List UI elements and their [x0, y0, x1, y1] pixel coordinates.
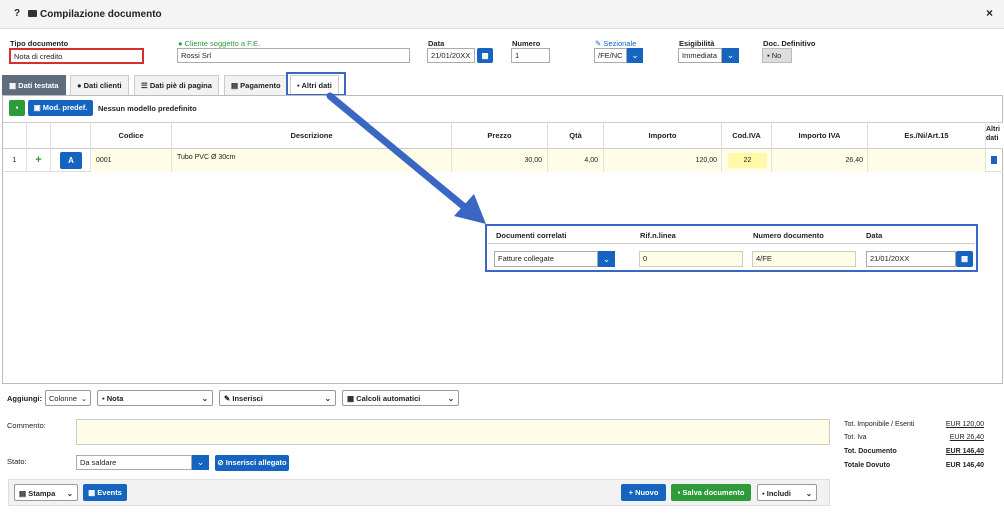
row-number: 1 — [3, 149, 27, 172]
chevron-down-icon[interactable]: ⌄ — [627, 48, 643, 63]
lock-icon: ▪ — [767, 51, 770, 60]
popup-header-numdoc: Numero documento — [753, 231, 824, 240]
data-field[interactable]: 21/01/20XX — [427, 48, 475, 63]
codice-cell[interactable]: 0001 — [91, 149, 172, 172]
plus-icon: + — [628, 488, 633, 497]
data-label: Data — [428, 39, 445, 48]
col-num-header — [3, 122, 27, 149]
tot-imponibile-label: Tot. Imponibile / Esenti — [844, 421, 915, 428]
col-importoiva-header: Importo IVA — [772, 122, 868, 149]
stampa-select[interactable]: ▤ Stampa ⌄ — [14, 484, 78, 501]
chevron-down-icon[interactable]: ⌄ — [722, 48, 739, 63]
chevron-down-icon: ⌄ — [324, 394, 331, 403]
chevron-down-icon: ⌄ — [80, 394, 87, 403]
chevron-down-icon: ⌄ — [66, 489, 73, 498]
tot-iva-label: Tot. Iva — [844, 434, 867, 441]
video-icon — [28, 10, 37, 17]
events-button[interactable]: ▦ Events — [83, 484, 127, 501]
popup-data-field[interactable]: 21/01/20XX — [866, 251, 956, 267]
popup-header-rif: Rif.n.linea — [640, 231, 676, 240]
close-icon[interactable]: × — [986, 6, 993, 20]
tab-dati-testata[interactable]: ▦ Dati testata — [2, 75, 66, 95]
print-icon: ▤ — [19, 489, 27, 498]
tab-dati-clienti[interactable]: ● Dati clienti — [70, 75, 129, 95]
popup-header-doc: Documenti correlati — [496, 231, 567, 240]
esigibilita-field[interactable]: Immediata — [678, 48, 722, 63]
calendar-icon[interactable]: ▦ — [956, 251, 973, 267]
totale-dovuto-label: Totale Dovuto — [844, 462, 891, 469]
tot-documento-label: Tot. Documento — [844, 448, 897, 455]
popup-header-data: Data — [866, 231, 883, 240]
tot-iva-value[interactable]: EUR 26,40 — [924, 434, 984, 441]
commento-label: Commento: — [7, 421, 46, 430]
codiva-field[interactable]: 22 — [728, 153, 767, 168]
chevron-down-icon: ⌄ — [447, 394, 454, 403]
chevron-down-icon: ⌄ — [201, 394, 208, 403]
col-altri-header: Altri dati — [986, 126, 1000, 142]
salva-documento-button[interactable]: ▪ Salva documento — [671, 484, 751, 501]
cliente-label: ● Cliente soggetto a F.E. — [178, 39, 261, 48]
document-icon[interactable] — [991, 156, 997, 164]
es-cell[interactable] — [868, 149, 986, 172]
col-qta-header: Qtà — [548, 122, 604, 149]
cliente-field[interactable]: Rossi Srl — [177, 48, 410, 63]
col-codice-header: Codice — [91, 122, 172, 149]
qta-cell[interactable]: 4,00 — [548, 149, 604, 172]
sezionale-field[interactable]: /FE/NC — [594, 48, 627, 63]
tipo-documento-field[interactable]: Nota di credito — [9, 48, 144, 64]
add-row-icon[interactable]: + — [27, 149, 51, 172]
doc-definitivo-label: Doc. Definitivo — [763, 39, 816, 48]
mod-predef-button[interactable]: ▣ Mod. predef. — [28, 100, 93, 116]
inserisci-allegato-button[interactable]: ⊘ Inserisci allegato — [215, 455, 289, 471]
sezionale-label[interactable]: ✎ Sezionale — [595, 39, 636, 48]
tot-imponibile-value[interactable]: EUR 120,00 — [924, 421, 984, 428]
calcoli-select[interactable]: ▦ Calcoli automatici ⌄ — [342, 390, 459, 406]
commento-field[interactable] — [76, 419, 830, 445]
tab-dati-pie-pagina[interactable]: ☰ Dati piè di pagina — [134, 75, 219, 95]
totale-dovuto-value: EUR 146,40 — [945, 462, 984, 469]
doc-definitivo-toggle[interactable]: ▪ No — [762, 48, 792, 63]
doc-correlati-select[interactable]: Fatture collegate — [494, 251, 598, 267]
page-title: Compilazione documento — [40, 9, 162, 20]
col-importo-header: Importo — [604, 122, 722, 149]
chevron-down-icon[interactable]: ⌄ — [192, 455, 209, 470]
colonne-select[interactable]: Colonne ⌄ — [45, 390, 91, 406]
numero-label: Numero — [512, 39, 541, 48]
numero-field[interactable]: 1 — [511, 48, 550, 63]
arrow-annotation — [326, 92, 486, 224]
col-es-header: Es./Ni/Art.15 — [868, 122, 986, 149]
numero-documento-field[interactable]: 4/FE — [752, 251, 856, 267]
popup-divider — [488, 243, 975, 244]
aggiungi-label: Aggiungi: — [7, 394, 42, 403]
inserisci-select[interactable]: ✎ Inserisci ⌄ — [219, 390, 336, 406]
file-icon: ▪ — [762, 489, 765, 498]
stato-select[interactable]: Da saldare — [76, 455, 192, 470]
calendar-icon: ▦ — [88, 488, 96, 497]
paperclip-icon: ⊘ — [217, 458, 224, 467]
edit-icon: ✎ — [595, 39, 602, 48]
save-icon[interactable]: ▪ — [9, 100, 25, 116]
save-icon: ▪ — [677, 488, 681, 497]
col-codiva-header: Cod.IVA — [722, 122, 772, 149]
importo-cell[interactable]: 120,00 — [604, 149, 722, 172]
stato-label: Stato: — [7, 457, 27, 466]
help-icon[interactable]: ? — [14, 8, 20, 19]
user-icon: ● — [178, 39, 183, 48]
includi-select[interactable]: ▪ Includi ⌄ — [757, 484, 817, 501]
chevron-down-icon: ⌄ — [805, 489, 812, 498]
esigibilita-label: Esigibilità — [679, 39, 715, 48]
calendar-icon[interactable]: ▦ — [477, 48, 493, 63]
a-button[interactable]: A — [60, 152, 82, 169]
col-a-header — [51, 122, 91, 149]
rif-linea-field[interactable]: 0 — [639, 251, 743, 267]
col-add-header — [27, 122, 51, 149]
importoiva-cell[interactable]: 26,40 — [772, 149, 868, 172]
tot-documento-value[interactable]: EUR 146,40 — [924, 448, 984, 455]
chevron-down-icon[interactable]: ⌄ — [598, 251, 615, 267]
nuovo-button[interactable]: + Nuovo — [621, 484, 666, 501]
nota-select[interactable]: ▪ Nota ⌄ — [97, 390, 213, 406]
tipo-documento-label: Tipo documento — [10, 39, 69, 48]
nessun-modello-text: Nessun modello predefinito — [98, 104, 197, 113]
tab-pagamento[interactable]: ▤ Pagamento — [224, 75, 288, 95]
